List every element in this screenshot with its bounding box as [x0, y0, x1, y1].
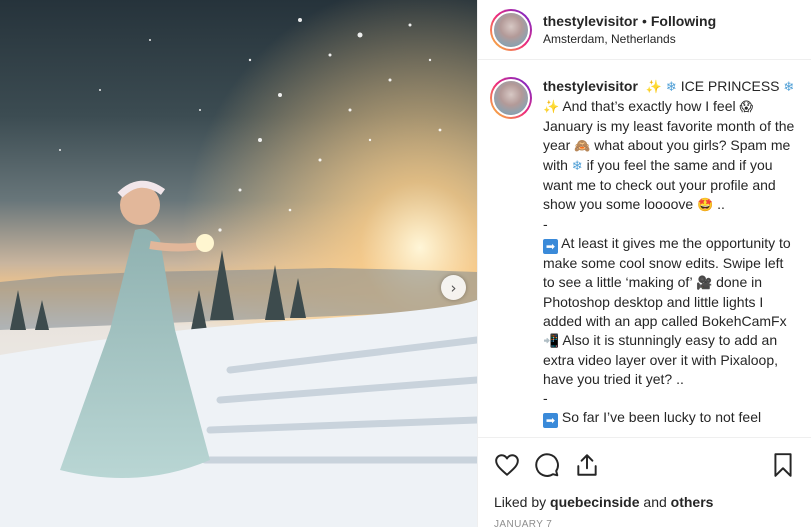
snowflake-icon: ❄	[665, 80, 677, 95]
monkey-icon: 🙈	[574, 139, 591, 154]
header-username-link[interactable]: thestylevisitor	[543, 13, 638, 29]
location-link[interactable]: Amsterdam, Netherlands	[543, 31, 716, 47]
liked-by-prefix: Liked by	[494, 494, 547, 510]
post-image[interactable]: ›	[0, 0, 477, 527]
snowflake-icon: ❄	[571, 159, 583, 174]
avatar[interactable]	[490, 8, 532, 51]
arrow-right-icon: ➡	[543, 239, 558, 254]
liked-by-user-link[interactable]: quebecinside	[550, 494, 639, 510]
camera-icon: 🎥	[696, 276, 713, 291]
following-button[interactable]: Following	[651, 13, 716, 29]
sparkles-icon: ✨	[645, 80, 663, 95]
caption-line: So far I’ve been lucky to not feel	[561, 409, 762, 425]
share-icon[interactable]	[574, 452, 600, 478]
caption-line: ..	[717, 196, 725, 212]
caption-avatar[interactable]	[490, 77, 532, 119]
caption-line: And that’s exactly how I feel	[562, 98, 736, 114]
star-struck-icon: 🤩	[697, 198, 714, 213]
scream-icon: 😱	[739, 100, 754, 115]
caption-area[interactable]: thestylevisitor ✨ ❄ ICE PRINCESS ❄ ✨ And…	[478, 61, 811, 437]
likes-summary: Liked by quebecinside and others	[494, 493, 796, 511]
next-image-button[interactable]: ›	[441, 275, 466, 300]
arrow-right-icon: ➡	[543, 413, 558, 428]
caption-username-link[interactable]: thestylevisitor	[543, 78, 638, 94]
phone-icon: 📲	[543, 334, 560, 349]
snowflake-icon: ❄	[783, 80, 795, 95]
post-header: thestylevisitor • Following Amsterdam, Net…	[478, 0, 811, 60]
comment-icon[interactable]	[534, 452, 560, 478]
post-panel: thestylevisitor • Following Amsterdam, Net…	[477, 0, 811, 527]
caption-dash: -	[543, 216, 548, 232]
post-date[interactable]: JANUARY 7	[494, 519, 796, 527]
caption-line: Also it is stunningly easy to add an ext…	[543, 332, 778, 387]
heart-icon[interactable]	[494, 452, 520, 478]
liked-by-others-link[interactable]: others	[671, 494, 714, 510]
chevron-right-icon: ›	[450, 278, 457, 297]
liked-by-and: and	[643, 494, 667, 510]
post-actions: Liked by quebecinside and others JANUARY…	[478, 437, 811, 527]
caption-dash: -	[543, 390, 548, 406]
bookmark-icon[interactable]	[770, 452, 796, 478]
caption-title: ICE PRINCESS	[680, 78, 780, 94]
sparkles-icon: ✨	[543, 100, 560, 115]
post-image-scene	[0, 0, 477, 527]
separator-dot: •	[641, 13, 647, 29]
caption-text: thestylevisitor ✨ ❄ ICE PRINCESS ❄ ✨ And…	[543, 77, 798, 437]
